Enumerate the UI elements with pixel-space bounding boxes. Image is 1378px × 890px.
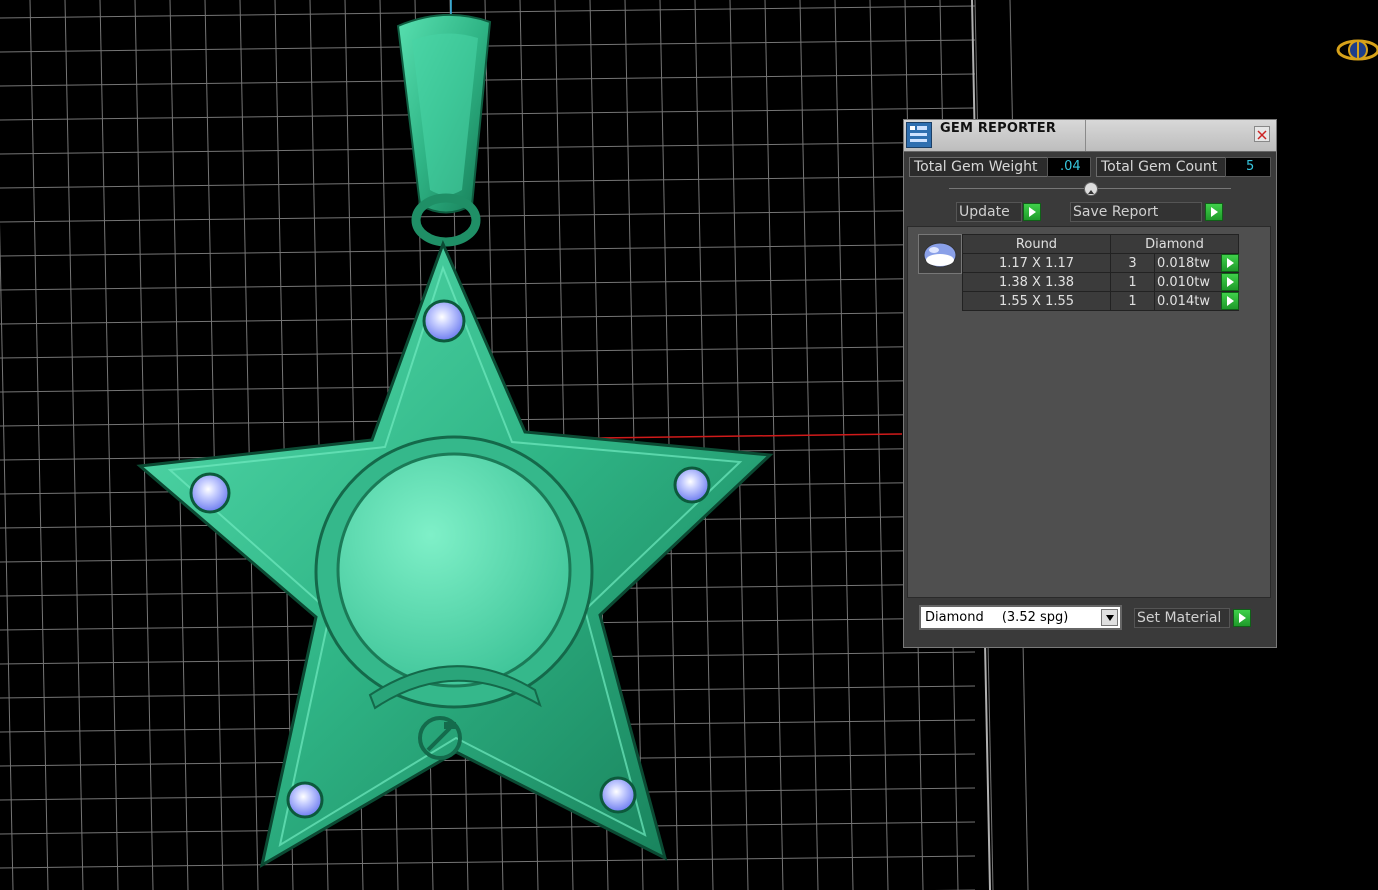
chevron-down-icon[interactable] (1101, 609, 1118, 626)
material-name: Diamond (925, 610, 984, 625)
gem-reporter-panel: GEM REPORTER Total Gem Weight .04 Total … (903, 119, 1277, 648)
gem-count: 3 (1110, 253, 1155, 273)
titlebar[interactable]: GEM REPORTER (904, 120, 1276, 152)
gem-list-area[interactable]: Round Diamond 1.17 X 1.17 3 0.018tw 1.38… (907, 226, 1271, 598)
gem-table: Round Diamond 1.17 X 1.17 3 0.018tw 1.38… (962, 234, 1239, 311)
table-row[interactable]: 1.55 X 1.55 1 0.014tw (962, 291, 1239, 311)
round-gem-icon[interactable] (918, 234, 962, 274)
table-row[interactable]: 1.17 X 1.17 3 0.018tw (962, 253, 1239, 273)
gem-weight: 0.018tw (1157, 255, 1210, 271)
chevron-up-icon (1088, 190, 1094, 194)
material-header: Diamond (1110, 234, 1239, 254)
save-report-label[interactable]: Save Report (1070, 202, 1202, 222)
total-gem-weight-value: .04 (1047, 157, 1091, 177)
gem-count: 1 (1110, 272, 1155, 292)
gem-stone[interactable] (189, 472, 231, 514)
set-material-label[interactable]: Set Material (1134, 608, 1230, 628)
row-go-button[interactable] (1221, 292, 1239, 310)
gem-reporter-icon (906, 122, 932, 148)
gem-size: 1.55 X 1.55 (962, 291, 1111, 311)
center-plate (336, 452, 572, 688)
gem-weight: 0.014tw (1157, 293, 1210, 309)
gem-size: 1.38 X 1.38 (962, 272, 1111, 292)
shape-header: Round (962, 234, 1111, 254)
gem-stone[interactable] (599, 776, 637, 814)
gem-stone[interactable] (286, 781, 324, 819)
title-divider (1085, 120, 1086, 151)
material-density: (3.52 spg) (1001, 610, 1069, 625)
row-go-button[interactable] (1221, 254, 1239, 272)
panel-title: GEM REPORTER (940, 121, 1057, 136)
save-report-button[interactable] (1205, 203, 1223, 221)
close-button[interactable] (1254, 126, 1270, 142)
gem-count: 1 (1110, 291, 1155, 311)
gem-stone[interactable] (422, 299, 466, 343)
set-material-button[interactable] (1233, 609, 1251, 627)
update-button[interactable] (1023, 203, 1041, 221)
total-gem-weight-label: Total Gem Weight (909, 157, 1048, 177)
collapse-toggle[interactable] (1084, 182, 1098, 196)
gem-weight: 0.010tw (1157, 274, 1210, 290)
close-icon (1257, 130, 1267, 140)
table-row[interactable]: 1.38 X 1.38 1 0.010tw (962, 272, 1239, 292)
table-header-row: Round Diamond (962, 234, 1239, 254)
update-label[interactable]: Update (956, 202, 1022, 222)
gem-stone[interactable] (673, 466, 711, 504)
gem-size: 1.17 X 1.17 (962, 253, 1111, 273)
material-select[interactable]: Diamond (3.52 spg) (919, 605, 1122, 630)
total-gem-count-value: 5 (1225, 157, 1271, 177)
row-go-button[interactable] (1221, 273, 1239, 291)
total-gem-count-label: Total Gem Count (1096, 157, 1226, 177)
